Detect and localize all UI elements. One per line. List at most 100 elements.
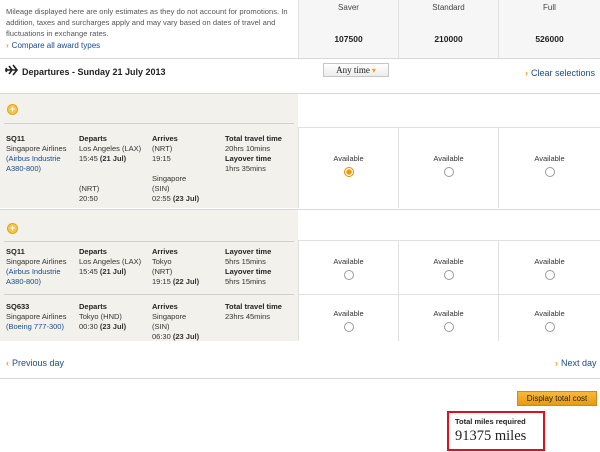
availability-label: Available — [333, 257, 364, 266]
final-arrival-code: (SIN) — [152, 184, 170, 193]
availability-label: Available — [433, 154, 464, 163]
next-day-link[interactable]: › Next day — [555, 358, 597, 368]
arrival-time: 19:15 — [152, 277, 171, 286]
departures-title: Departures - Sunday 21 July 2013 — [22, 67, 166, 77]
availability-label: Available — [333, 154, 364, 163]
arrival-city: Singapore — [152, 312, 187, 321]
layover-info: Layover time 5hrs 15mins Layover time 5h… — [225, 247, 297, 287]
arrival-code: (NRT) — [152, 267, 173, 276]
availability-label: Available — [433, 309, 464, 318]
fare-option-standard[interactable]: Available — [398, 295, 498, 341]
layover-time: 5hrs 15mins — [225, 257, 266, 266]
departure-info: Departs Los Angeles (LAX) 15:45 (21 Jul) — [79, 247, 151, 277]
fare-type-saver: Saver 107500 — [298, 0, 398, 58]
layover-label: Layover time — [225, 247, 272, 256]
departure-info: Departs Los Angeles (LAX) 15:45 (21 Jul)… — [79, 134, 151, 204]
chevron-right-icon: › — [555, 358, 558, 368]
fare-option-standard[interactable]: Available — [398, 241, 498, 294]
display-total-cost-button[interactable]: Display total cost — [517, 391, 597, 406]
arrives-label: Arrives — [152, 302, 178, 311]
final-arrival-date: (23 Jul) — [172, 194, 200, 203]
stopover-departure-time: 20:50 — [79, 194, 98, 203]
fare-option-full[interactable]: Available — [498, 295, 600, 341]
arrival-code: (NRT) — [152, 144, 173, 153]
flight-info: SQ11 Singapore Airlines (Airbus Industri… — [6, 247, 78, 287]
departure-time: 15:45 — [79, 267, 98, 276]
fare-type-full: Full 526000 — [498, 0, 600, 58]
duration-info: Total travel time 20hrs 10mins Layover t… — [225, 134, 297, 174]
next-day-label: Next day — [561, 358, 597, 368]
fare-radio[interactable] — [343, 270, 354, 280]
fare-radio[interactable] — [544, 167, 555, 177]
aircraft-link[interactable]: (Airbus Industrie A380-800) — [6, 267, 61, 286]
fare-radio[interactable] — [544, 270, 555, 280]
divider — [4, 123, 294, 124]
stopover-code: (NRT) — [79, 184, 100, 193]
arrives-label: Arrives — [152, 247, 178, 256]
departures-header: Departures - Sunday 21 July 2013 Any tim… — [0, 60, 600, 86]
fare-radio[interactable] — [343, 322, 354, 332]
layover-time: 5hrs 15mins — [225, 277, 266, 286]
total-travel-time: 23hrs 45mins — [225, 312, 271, 321]
availability-label: Available — [534, 154, 565, 163]
airline-name: Singapore Airlines — [6, 144, 67, 153]
previous-day-link[interactable]: ‹ Previous day — [6, 358, 64, 368]
chevron-right-icon: › — [525, 68, 528, 78]
fare-radio[interactable] — [544, 322, 555, 332]
award-summary: Mileage displayed here are only estimate… — [0, 0, 600, 59]
flight-option-2: + SQ11 Singapore Airlines (Airbus Indust… — [0, 209, 600, 341]
divider — [4, 294, 294, 295]
fare-radio[interactable] — [343, 167, 354, 177]
fare-radio[interactable] — [443, 270, 454, 280]
fare-option-saver[interactable]: Available — [298, 241, 398, 294]
time-filter-dropdown[interactable]: Any time ▾ — [323, 63, 389, 77]
fare-option-full[interactable]: Available — [498, 241, 600, 294]
aircraft-link[interactable]: (Boeing 777-300) — [6, 322, 64, 331]
fare-option-standard[interactable]: Available — [398, 128, 498, 208]
fare-radio[interactable] — [443, 322, 454, 332]
departs-label: Departs — [79, 302, 107, 311]
chevron-left-icon: ‹ — [6, 358, 9, 368]
fare-type-miles: 526000 — [535, 34, 564, 44]
divider — [4, 241, 294, 242]
availability-label: Available — [534, 309, 565, 318]
departure-time: 15:45 — [79, 154, 98, 163]
clear-selections-link[interactable]: › Clear selections — [525, 68, 595, 78]
fare-type-miles: 210000 — [434, 34, 463, 44]
fare-radio[interactable] — [443, 167, 454, 177]
departure-city: Tokyo (HND) — [79, 312, 122, 321]
fare-option-saver[interactable]: Available — [298, 128, 398, 208]
time-filter-value: Any time — [336, 65, 370, 75]
arrival-date: (22 Jul) — [172, 277, 200, 286]
mileage-disclaimer: Mileage displayed here are only estimate… — [6, 7, 288, 38]
fare-option-full[interactable]: Available — [498, 128, 600, 208]
arrives-label: Arrives — [152, 134, 178, 143]
layover-label: Layover time — [225, 154, 272, 163]
expand-plus-icon[interactable]: + — [7, 223, 18, 234]
previous-day-label: Previous day — [12, 358, 65, 368]
compare-award-types-label: Compare all award types — [11, 41, 101, 50]
total-miles-value: 91375 miles — [455, 428, 527, 444]
total-miles-box: Total miles required 91375 miles — [447, 411, 545, 451]
airplane-icon — [5, 64, 18, 76]
expand-plus-icon[interactable]: + — [7, 104, 18, 115]
layover-time: 1hrs 35mins — [225, 164, 266, 173]
chevron-down-icon: ▾ — [371, 66, 376, 75]
total-travel-time: 20hrs 10mins — [225, 144, 271, 153]
departure-city: Los Angeles (LAX) — [79, 257, 142, 266]
arrival-code: (SIN) — [152, 322, 170, 331]
availability-label: Available — [433, 257, 464, 266]
departs-label: Departs — [79, 134, 107, 143]
airline-name: Singapore Airlines — [6, 257, 67, 266]
airline-name: Singapore Airlines — [6, 312, 67, 321]
aircraft-link[interactable]: (Airbus Industrie A380-800) — [6, 154, 61, 173]
fare-option-saver[interactable]: Available — [298, 295, 398, 341]
fare-type-standard: Standard 210000 — [398, 0, 498, 58]
layover-label: Layover time — [225, 267, 272, 276]
flight-number: SQ11 — [6, 134, 25, 143]
duration-info: Total travel time 23hrs 45mins — [225, 302, 297, 322]
clear-selections-label: Clear selections — [531, 68, 596, 78]
compare-award-types-link[interactable]: › Compare all award types — [6, 41, 100, 50]
departure-date: (23 Jul) — [99, 322, 127, 331]
departure-date: (21 Jul) — [99, 154, 127, 163]
